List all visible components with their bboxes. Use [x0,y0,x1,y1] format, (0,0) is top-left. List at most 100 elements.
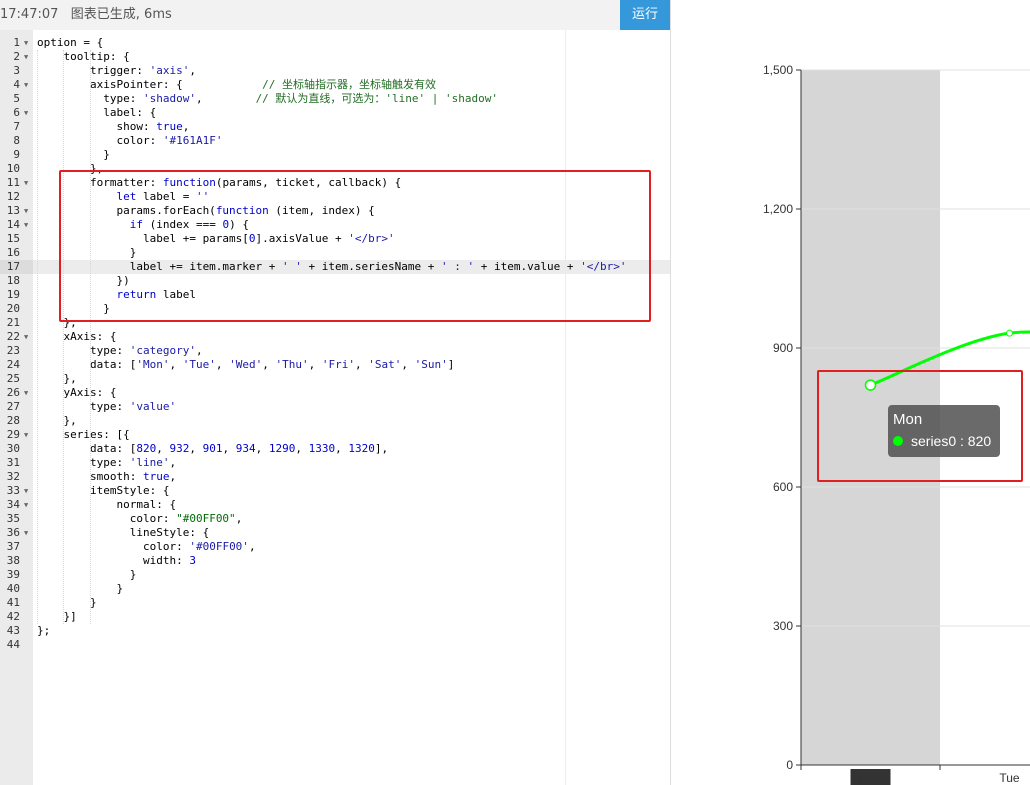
fold-toggle-icon[interactable]: ▼ [24,50,28,64]
code-line[interactable]: } [33,596,670,610]
fold-toggle-icon[interactable]: ▼ [24,36,28,50]
line-number-text: 37 [6,540,20,553]
chart-panel: 0 300 600 900 1,200 1,500 Mon Tue Mon series0 :… [671,0,1030,785]
code-line[interactable]: width: 3 [33,554,670,568]
line-number: 35 [0,512,33,526]
code-line[interactable]: }, [33,414,670,428]
fold-toggle-icon[interactable]: ▼ [24,106,28,120]
line-number-text: 24 [6,358,20,371]
code-line[interactable]: smooth: true, [33,470,670,484]
line-number: 18 [0,274,33,288]
line-number: 9 [0,148,33,162]
y-tick-label: 1,200 [763,202,793,216]
code-line[interactable]: tooltip: { [33,50,670,64]
indent-guide [37,50,39,624]
fold-toggle-icon[interactable]: ▼ [24,176,28,190]
line-number-text: 21 [6,316,20,329]
line-number: 43 [0,624,33,638]
line-number: 4 ▼ [0,78,33,92]
code-line[interactable]: itemStyle: { [33,484,670,498]
code-line[interactable]: lineStyle: { [33,526,670,540]
line-number-text: 38 [6,554,20,567]
line-number-text: 35 [6,512,20,525]
fold-toggle-icon[interactable]: ▼ [24,218,28,232]
code-line[interactable]: } [33,568,670,582]
line-number: 1 ▼ [0,36,33,50]
line-number-text: 33 [6,484,20,497]
line-number-text: 32 [6,470,20,483]
code-line[interactable]: type: 'category', [33,344,670,358]
tooltip-highlight-box [817,370,1023,482]
code-line[interactable]: normal: { [33,498,670,512]
fold-toggle-icon[interactable]: ▼ [24,204,28,218]
code-line[interactable]: trigger: 'axis', [33,64,670,78]
line-number: 19 [0,288,33,302]
line-number: 7 [0,120,33,134]
line-number: 21 [0,316,33,330]
fold-toggle-icon[interactable]: ▼ [24,78,28,92]
line-number-text: 23 [6,344,20,357]
code-line[interactable]: color: '#161A1F' [33,134,670,148]
code-line[interactable]: data: ['Mon', 'Tue', 'Wed', 'Thu', 'Fri'… [33,358,670,372]
code-line[interactable]: }] [33,610,670,624]
code-line[interactable]: yAxis: { [33,386,670,400]
code-line[interactable]: type: 'value' [33,400,670,414]
code-line[interactable]: color: "#00FF00", [33,512,670,526]
line-number: 6 ▼ [0,106,33,120]
line-number: 2 ▼ [0,50,33,64]
y-tick-label: 1,500 [763,63,793,77]
code-line[interactable]: label: { [33,106,670,120]
code-line[interactable]: color: '#00FF00', [33,540,670,554]
y-tick-label: 600 [773,480,793,494]
fold-toggle-icon[interactable]: ▼ [24,330,28,344]
code-line[interactable]: type: 'line', [33,456,670,470]
line-number: 10 [0,162,33,176]
line-number-text: 13 [6,204,20,217]
line-number: 20 [0,302,33,316]
code-line[interactable]: data: [820, 932, 901, 934, 1290, 1330, 1… [33,442,670,456]
fold-toggle-icon[interactable]: ▼ [24,386,28,400]
fold-toggle-icon[interactable]: ▼ [24,526,28,540]
line-number-text: 42 [6,610,20,623]
line-number: 12 [0,190,33,204]
line-number: 25 [0,372,33,386]
line-number-text: 30 [6,442,20,455]
print-margin [565,30,566,785]
code-line[interactable]: } [33,148,670,162]
line-number-text: 44 [6,638,20,651]
line-number-text: 34 [6,498,20,511]
x-axis-pointer-label: Mon [859,772,882,785]
line-number-text: 22 [6,330,20,343]
code-line[interactable]: } [33,582,670,596]
fold-toggle-icon[interactable]: ▼ [24,484,28,498]
code-editor[interactable]: option = { tooltip: { trigger: 'axis', a… [33,30,670,785]
fold-toggle-icon[interactable]: ▼ [24,498,28,512]
run-button[interactable]: 运行 [620,0,670,30]
fold-toggle-icon[interactable]: ▼ [24,428,28,442]
data-point[interactable] [1006,329,1013,337]
line-number-text: 7 [13,120,20,133]
code-line[interactable]: }; [33,624,670,638]
y-tick-label: 0 [786,758,793,772]
line-number: 31 [0,456,33,470]
line-number: 36 ▼ [0,526,33,540]
line-number-text: 18 [6,274,20,287]
code-line[interactable]: xAxis: { [33,330,670,344]
code-line[interactable]: axisPointer: { // 坐标轴指示器，坐标轴触发有效 [33,78,670,92]
code-line[interactable]: series: [{ [33,428,670,442]
code-line[interactable]: type: 'shadow', // 默认为直线，可选为：'line' | 's… [33,92,670,106]
line-number: 27 [0,400,33,414]
line-number: 42 [0,610,33,624]
code-line[interactable]: option = { [33,36,670,50]
code-line[interactable] [33,638,670,652]
line-number-text: 8 [13,134,20,147]
line-number-text: 19 [6,288,20,301]
line-number: 34 ▼ [0,498,33,512]
line-number: 41 [0,596,33,610]
line-number-text: 26 [6,386,20,399]
y-tick-label: 900 [773,341,793,355]
code-line[interactable]: show: true, [33,120,670,134]
code-line[interactable]: }, [33,372,670,386]
line-number-text: 5 [13,92,20,105]
line-number-text: 6 [13,106,20,119]
